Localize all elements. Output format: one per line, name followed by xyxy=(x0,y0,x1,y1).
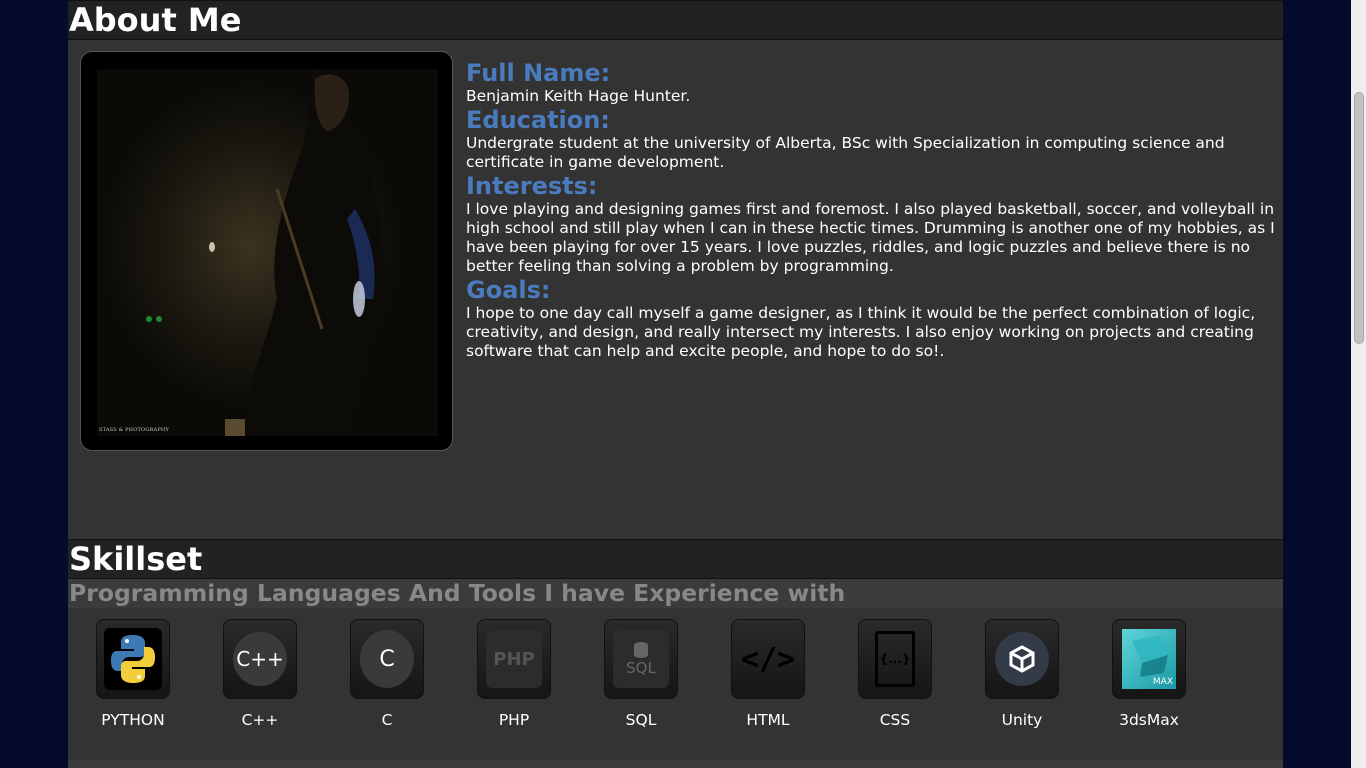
page-scrollbar[interactable] xyxy=(1351,0,1366,768)
page-content: About Me STASS & PHOTOGRAPHY Full Name: … xyxy=(68,0,1283,768)
3dsmax-glyph: MAX xyxy=(1152,677,1173,687)
about-me-section: STASS & PHOTOGRAPHY Full Name: Benjamin … xyxy=(68,40,1283,539)
skill-label: Unity xyxy=(1001,711,1043,729)
interests-heading: Interests: xyxy=(466,172,598,200)
skill-label: PHP xyxy=(498,711,530,729)
sql-glyph: SQL xyxy=(626,659,656,677)
goals-text: I hope to one day call myself a game des… xyxy=(466,304,1256,360)
skill-item-unity: Unity xyxy=(985,619,1059,729)
skill-label: SQL xyxy=(625,711,657,729)
skillset-subtitle: Programming Languages And Tools I have E… xyxy=(68,579,1283,608)
3dsmax-icon: MAX xyxy=(1112,619,1186,699)
skill-item-sql: SQL SQL xyxy=(604,619,678,729)
php-glyph: PHP xyxy=(486,630,542,688)
about-me-details: Full Name: Benjamin Keith Hage Hunter. E… xyxy=(466,59,1282,361)
css-icon: {...} xyxy=(858,619,932,699)
cpp-glyph: C++ xyxy=(233,632,287,686)
python-icon xyxy=(96,619,170,699)
skill-item-html: </> HTML xyxy=(731,619,805,729)
skill-label: C xyxy=(381,711,393,729)
education-heading: Education: xyxy=(466,106,610,134)
cpp-icon: C++ xyxy=(223,619,297,699)
unity-icon xyxy=(985,619,1059,699)
skill-item-cpp: C++ C++ xyxy=(223,619,297,729)
sql-icon: SQL xyxy=(604,619,678,699)
education-text: Undergrate student at the university of … xyxy=(466,134,1225,171)
skill-item-php: PHP PHP xyxy=(477,619,551,729)
about-me-header: About Me xyxy=(68,0,1283,40)
profile-photo: STASS & PHOTOGRAPHY xyxy=(97,69,438,436)
drummer-photo-image xyxy=(97,69,438,436)
php-icon: PHP xyxy=(477,619,551,699)
scrollbar-thumb[interactable] xyxy=(1354,92,1364,344)
skill-item-python: PYTHON xyxy=(96,619,170,729)
full-name-text: Benjamin Keith Hage Hunter. xyxy=(466,87,691,105)
goals-heading: Goals: xyxy=(466,276,551,304)
skill-item-css: {...} CSS xyxy=(858,619,932,729)
interests-text: I love playing and designing games first… xyxy=(466,200,1275,275)
photo-credit: STASS & PHOTOGRAPHY xyxy=(99,427,169,433)
skill-label: CSS xyxy=(879,711,911,729)
skill-label: 3dsMax xyxy=(1119,711,1179,729)
skillset-header: Skillset xyxy=(68,539,1283,579)
profile-photo-frame: STASS & PHOTOGRAPHY xyxy=(80,51,453,451)
c-icon: C xyxy=(350,619,424,699)
skill-list: PYTHON C++ C++ C C PHP PHP SQL SQL </> H… xyxy=(68,608,1283,760)
html-icon: </> xyxy=(731,619,805,699)
skill-label: C++ xyxy=(241,711,279,729)
skill-label: PYTHON xyxy=(101,711,165,729)
skill-item-3dsmax: MAX 3dsMax xyxy=(1112,619,1186,729)
css-glyph: {...} xyxy=(875,631,915,687)
about-me-title: About Me xyxy=(69,1,242,39)
skill-item-c: C C xyxy=(350,619,424,729)
html-glyph: </> xyxy=(740,641,796,677)
full-name-heading: Full Name: xyxy=(466,59,611,87)
c-glyph: C xyxy=(360,630,414,688)
next-section-header xyxy=(68,760,1283,768)
skill-label: HTML xyxy=(746,711,790,729)
skillset-title: Skillset xyxy=(69,540,203,578)
